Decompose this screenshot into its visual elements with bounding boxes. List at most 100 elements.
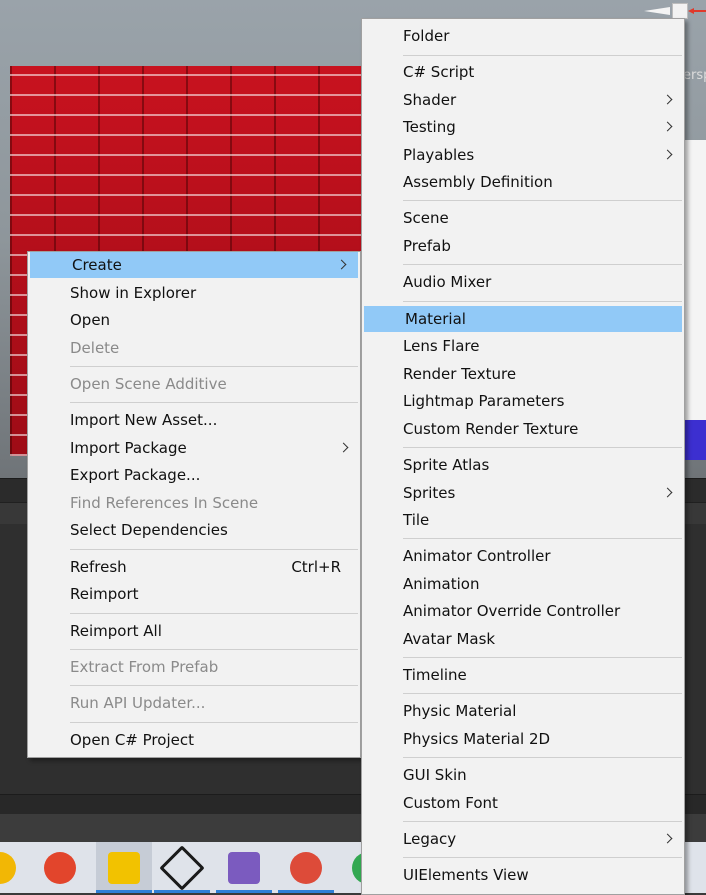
chevron-right-icon [662, 114, 674, 140]
menu-separator [70, 685, 358, 686]
menu-separator [403, 264, 682, 265]
menu-separator [403, 301, 682, 302]
right_menu-item-testing[interactable]: Testing [362, 114, 684, 140]
right_menu-item-animator-override-controller[interactable]: Animator Override Controller [362, 598, 684, 624]
menu-item-label: Prefab [403, 237, 451, 255]
chevron-right-icon [662, 142, 674, 168]
right_menu-item-sprites[interactable]: Sprites [362, 480, 684, 506]
menu-separator [403, 55, 682, 56]
right_menu-item-c-script[interactable]: C# Script [362, 59, 684, 85]
menu-item-label: Select Dependencies [70, 521, 228, 539]
menu-item-label: Render Texture [403, 365, 517, 383]
unity-icon [159, 844, 205, 891]
right_menu-item-assembly-definition[interactable]: Assembly Definition [362, 169, 684, 195]
taskbar-app-button[interactable] [96, 842, 152, 893]
right_menu-item-uielements-view[interactable]: UIElements View [362, 862, 684, 888]
left_menu-item-show-in-explorer[interactable]: Show in Explorer [28, 280, 360, 306]
left_menu-item-open[interactable]: Open [28, 307, 360, 333]
menu-separator [403, 821, 682, 822]
left_menu-item-open-scene-additive: Open Scene Additive [28, 371, 360, 397]
left_menu-item-delete: Delete [28, 335, 360, 361]
menu-item-label: Animator Override Controller [403, 602, 621, 620]
menu-item-label: Refresh [70, 558, 127, 576]
menu-item-label: GUI Skin [403, 766, 467, 784]
right_menu-item-lens-flare[interactable]: Lens Flare [362, 333, 684, 359]
menu-item-label: Avatar Mask [403, 630, 496, 648]
left_menu-item-import-new-asset[interactable]: Import New Asset... [28, 407, 360, 433]
menu-item-label: Shader [403, 91, 457, 109]
menu-item-label: Sprite Atlas [403, 456, 490, 474]
menu-separator [70, 402, 358, 403]
right_menu-item-prefab[interactable]: Prefab [362, 233, 684, 259]
menu-separator [403, 693, 682, 694]
asset-context-menu: Create Show in Explorer Open Delete Open Sce… [27, 251, 361, 758]
menu-item-label: Custom Render Texture [403, 420, 579, 438]
right_menu-item-avatar-mask[interactable]: Avatar Mask [362, 626, 684, 652]
scene-gizmo-cone-icon[interactable] [644, 6, 674, 16]
taskbar-app-button[interactable] [32, 842, 88, 893]
menu-item-label: Material [405, 310, 466, 328]
menu-item-label: Physics Material 2D [403, 730, 551, 748]
right_menu-item-custom-font[interactable]: Custom Font [362, 790, 684, 816]
pin-app-icon [108, 851, 140, 884]
menu-item-label: Import New Asset... [70, 411, 218, 429]
scene-gizmo-cube-icon[interactable] [672, 3, 688, 19]
left_menu-item-export-package[interactable]: Export Package... [28, 462, 360, 488]
spiral-app-icon [44, 851, 76, 884]
left_menu-item-reimport[interactable]: Reimport [28, 581, 360, 607]
menu-item-label: Open [70, 311, 111, 329]
right_menu-item-material[interactable]: Material [364, 306, 682, 332]
right_menu-item-sprite-atlas[interactable]: Sprite Atlas [362, 452, 684, 478]
left_menu-item-select-dependencies[interactable]: Select Dependencies [28, 517, 360, 543]
menu-item-label: Physic Material [403, 702, 517, 720]
right_menu-item-playables[interactable]: Playables [362, 142, 684, 168]
left_menu-item-refresh[interactable]: Refresh Ctrl+R [28, 554, 360, 580]
right_menu-item-timeline[interactable]: Timeline [362, 662, 684, 688]
chevron-right-icon [338, 435, 350, 461]
create-submenu: Folder C# Script Shader Testing Playables Ass… [361, 18, 685, 895]
right_menu-item-animator-controller[interactable]: Animator Controller [362, 543, 684, 569]
left_menu-item-run-api-updater: Run API Updater... [28, 690, 360, 716]
menu-item-label: Sprites [403, 484, 456, 502]
left_menu-item-import-package[interactable]: Import Package [28, 435, 360, 461]
menu-item-label: Playables [403, 146, 475, 164]
menu-item-label: Reimport [70, 585, 139, 603]
menu-item-label: Reimport All [70, 622, 162, 640]
taskbar-app-button[interactable] [278, 842, 334, 893]
right_menu-item-physics-material-2d[interactable]: Physics Material 2D [362, 726, 684, 752]
left_menu-item-create[interactable]: Create [30, 252, 358, 278]
left_menu-item-open-c-project[interactable]: Open C# Project [28, 727, 360, 753]
menu-item-label: Lens Flare [403, 337, 480, 355]
menu-separator [70, 549, 358, 550]
taskbar-app-button[interactable] [216, 842, 272, 893]
right_menu-item-legacy[interactable]: Legacy [362, 826, 684, 852]
menu-item-label: Tile [403, 511, 430, 529]
left_menu-item-find-references-in-scene: Find References In Scene [28, 490, 360, 516]
right_menu-item-animation[interactable]: Animation [362, 571, 684, 597]
menu-item-label: Extract From Prefab [70, 658, 219, 676]
menu-separator [403, 857, 682, 858]
left_menu-item-reimport-all[interactable]: Reimport All [28, 618, 360, 644]
menu-item-label: Import Package [70, 439, 187, 457]
menu-item-label: Custom Font [403, 794, 498, 812]
taskbar-app-button[interactable] [0, 842, 28, 893]
right_menu-item-audio-mixer[interactable]: Audio Mixer [362, 269, 684, 295]
right_menu-item-folder[interactable]: Folder [362, 23, 684, 49]
right_menu-item-tile[interactable]: Tile [362, 507, 684, 533]
right_menu-item-shader[interactable]: Shader [362, 87, 684, 113]
taskbar-app-button[interactable] [154, 842, 210, 893]
right_menu-item-gui-skin[interactable]: GUI Skin [362, 762, 684, 788]
menu-item-label: Animator Controller [403, 547, 551, 565]
menu-separator [70, 649, 358, 650]
menu-item-label: Folder [403, 27, 450, 45]
menu-separator [403, 200, 682, 201]
right_menu-item-render-texture[interactable]: Render Texture [362, 361, 684, 387]
left_menu-item-extract-from-prefab: Extract From Prefab [28, 654, 360, 680]
right_menu-item-physic-material[interactable]: Physic Material [362, 698, 684, 724]
right_menu-item-custom-render-texture[interactable]: Custom Render Texture [362, 416, 684, 442]
right_menu-item-lightmap-parameters[interactable]: Lightmap Parameters [362, 388, 684, 414]
scene-gizmo-x-arrow-icon[interactable] [688, 8, 706, 14]
right_menu-item-scene[interactable]: Scene [362, 205, 684, 231]
menu-separator [403, 538, 682, 539]
menu-item-label: Run API Updater... [70, 694, 206, 712]
